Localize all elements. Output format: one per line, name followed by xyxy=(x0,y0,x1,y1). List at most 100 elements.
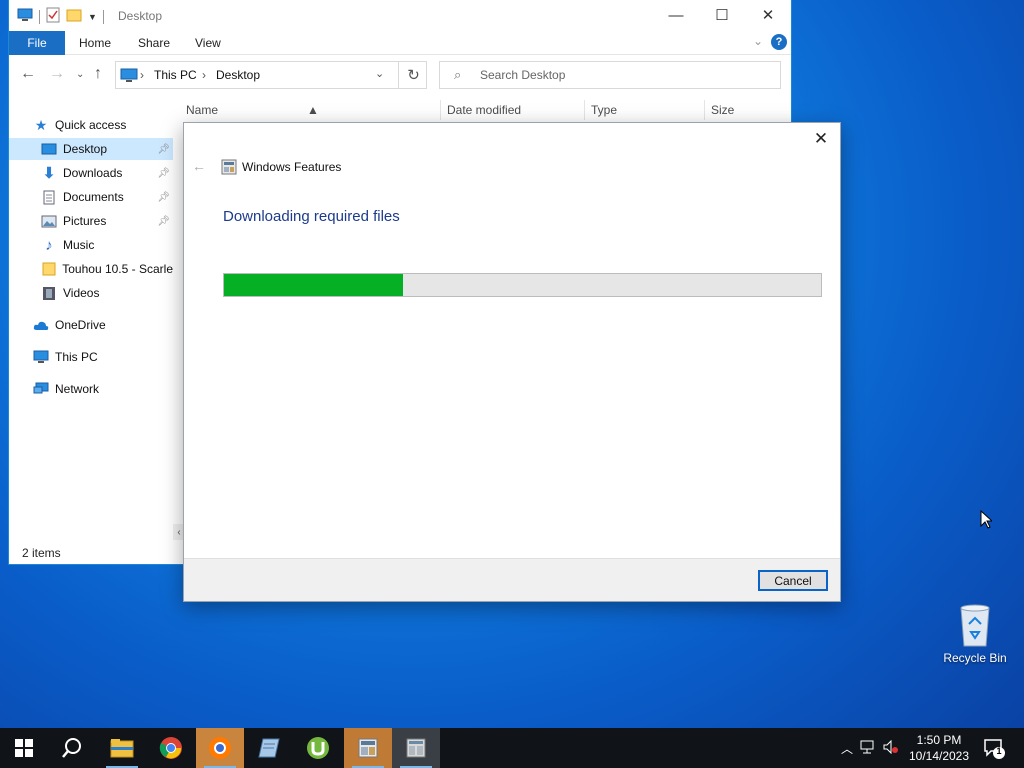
breadcrumb-this-pc[interactable]: This PC xyxy=(154,68,197,82)
computer-icon xyxy=(17,8,33,25)
column-divider[interactable] xyxy=(584,100,585,120)
pin-icon[interactable]: 📌︎ xyxy=(157,168,170,179)
nav-item-label: Pictures xyxy=(63,214,107,228)
back-arrow-icon[interactable]: ← xyxy=(20,65,36,83)
back-arrow-icon[interactable]: ← xyxy=(192,158,206,174)
sort-ascending-icon: ▲ xyxy=(307,103,319,117)
pictures-icon xyxy=(41,213,57,229)
close-dialog-button[interactable]: ✕ xyxy=(808,127,834,151)
film-icon xyxy=(41,285,57,301)
taskbar-notes-app[interactable] xyxy=(245,728,293,768)
search-input[interactable] xyxy=(478,66,768,84)
customize-toolbar-chevron-icon[interactable]: ▼ xyxy=(88,12,97,22)
dialog-footer: Cancel xyxy=(184,558,840,601)
tab-share[interactable]: Share xyxy=(138,36,170,50)
recent-locations-chevron-icon[interactable]: ⌄ xyxy=(76,69,84,80)
search-icon: ⌕ xyxy=(454,67,462,82)
notification-count-badge: 1 xyxy=(996,746,1002,756)
title-bar: ▼ Desktop — ☐ ✕ xyxy=(9,0,791,31)
nav-item-pictures[interactable]: Pictures 📌︎ xyxy=(9,210,173,232)
start-button[interactable] xyxy=(0,728,48,768)
nav-item-onedrive[interactable]: OneDrive xyxy=(9,314,173,336)
refresh-icon[interactable]: ↻ xyxy=(398,62,428,88)
close-window-button[interactable]: ✕ xyxy=(745,0,791,30)
chrome-icon xyxy=(159,737,182,759)
pin-icon[interactable]: 📌︎ xyxy=(157,144,170,155)
nav-item-desktop[interactable]: Desktop 📌︎ xyxy=(9,138,173,160)
tab-home[interactable]: Home xyxy=(79,36,111,50)
nav-item-label: This PC xyxy=(55,350,98,364)
expand-ribbon-chevron-icon[interactable]: ⌄ xyxy=(753,34,763,48)
properties-icon[interactable] xyxy=(46,7,60,26)
nav-item-quick-access[interactable]: ★ Quick access xyxy=(9,114,173,136)
system-clock[interactable]: 1:50 PM 10/14/2023 xyxy=(902,732,976,764)
volume-muted-icon[interactable] xyxy=(880,739,902,757)
toolbar-divider xyxy=(39,9,40,24)
tab-file[interactable]: File xyxy=(9,31,65,55)
recycle-bin-shortcut[interactable]: Recycle Bin xyxy=(940,602,1010,665)
nav-item-this-pc[interactable]: This PC xyxy=(9,346,173,368)
help-icon[interactable]: ? xyxy=(771,34,787,50)
taskbar-utorrent[interactable] xyxy=(294,728,342,768)
column-header-name[interactable]: Name xyxy=(186,103,218,117)
nav-item-videos[interactable]: Videos xyxy=(9,282,173,304)
recycle-bin-icon xyxy=(940,602,1010,651)
nav-item-network[interactable]: Network xyxy=(9,378,173,400)
nav-item-downloads[interactable]: ⬇ Downloads 📌︎ xyxy=(9,162,173,184)
nav-item-label: Desktop xyxy=(63,142,108,156)
column-header-date-modified[interactable]: Date modified xyxy=(447,103,521,117)
breadcrumb-desktop[interactable]: Desktop xyxy=(216,68,260,82)
nav-item-label: Documents xyxy=(63,190,124,204)
system-tray: ︿ xyxy=(838,728,902,768)
tab-view[interactable]: View xyxy=(195,36,221,50)
clock-time: 1:50 PM xyxy=(916,733,962,747)
taskbar-windows-features[interactable] xyxy=(344,728,392,768)
maximize-button[interactable]: ☐ xyxy=(699,0,745,30)
forward-arrow-icon[interactable]: → xyxy=(49,65,65,83)
file-explorer-icon xyxy=(110,739,134,758)
computer-icon xyxy=(33,349,49,365)
nav-item-music[interactable]: ♪ Music xyxy=(9,234,173,256)
download-progress-bar xyxy=(223,273,822,297)
nav-item-label: Music xyxy=(63,238,95,252)
network-icon xyxy=(33,381,49,397)
windows-logo-icon xyxy=(15,739,33,757)
address-bar[interactable]: › This PC › Desktop ⌄ ↻ xyxy=(115,61,427,89)
nav-item-label: Downloads xyxy=(63,166,123,180)
column-divider[interactable] xyxy=(704,100,705,120)
ribbon-tabs: File Home Share View ⌄ ? xyxy=(9,31,791,55)
progress-bar-fill xyxy=(224,274,404,296)
nav-item-documents[interactable]: Documents 📌︎ xyxy=(9,186,173,208)
taskbar-browser-app[interactable] xyxy=(196,728,244,768)
quick-access-toolbar: ▼ xyxy=(17,7,104,26)
pin-icon[interactable]: 📌︎ xyxy=(157,216,170,227)
window-controls: — ☐ ✕ xyxy=(653,0,791,30)
taskbar-chrome[interactable] xyxy=(147,728,195,768)
cancel-button[interactable]: Cancel xyxy=(758,570,828,591)
nav-item-touhou-folder[interactable]: Touhou 10.5 - Scarle xyxy=(9,258,173,280)
search-box[interactable]: ⌕ xyxy=(439,61,781,89)
action-center-button[interactable]: 1 xyxy=(982,736,1006,760)
control-panel-icon xyxy=(406,738,426,758)
taskbar-search-button[interactable] xyxy=(48,728,96,768)
address-dropdown-chevron-icon[interactable]: ⌄ xyxy=(375,67,384,80)
minimize-button[interactable]: — xyxy=(653,0,699,30)
windows-features-icon xyxy=(221,159,237,178)
utorrent-icon xyxy=(307,737,329,759)
breadcrumb-separator-icon: › xyxy=(140,68,144,82)
taskbar-control-panel[interactable] xyxy=(392,728,440,768)
show-hidden-icons-chevron-icon[interactable]: ︿ xyxy=(838,740,856,757)
pin-icon[interactable]: 📌︎ xyxy=(157,192,170,203)
network-status-icon[interactable] xyxy=(856,740,880,757)
new-folder-icon[interactable] xyxy=(66,8,82,25)
taskbar-file-explorer[interactable] xyxy=(98,728,146,768)
up-arrow-icon[interactable]: ↑ xyxy=(94,65,102,83)
column-header-size[interactable]: Size xyxy=(711,103,734,117)
mouse-pointer-icon xyxy=(980,509,994,532)
taskbar: ︿ 1:50 PM 10/14/2023 1 xyxy=(0,728,1024,768)
column-header-type[interactable]: Type xyxy=(591,103,617,117)
nav-item-label: Videos xyxy=(63,286,100,300)
column-divider[interactable] xyxy=(440,100,441,120)
nav-item-label: Quick access xyxy=(55,118,127,132)
download-arrow-icon: ⬇ xyxy=(42,165,56,182)
